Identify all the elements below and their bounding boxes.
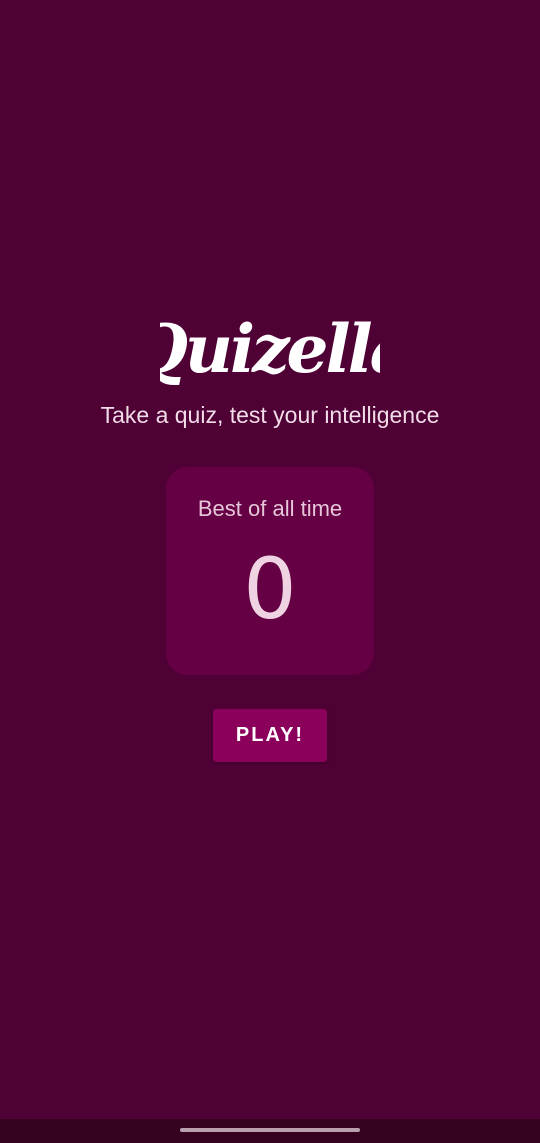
play-button[interactable]: PLAY!	[213, 709, 327, 762]
app-logo: Quizella	[0, 300, 540, 400]
home-gesture-handle[interactable]	[180, 1128, 360, 1132]
system-navigation-bar	[0, 1119, 540, 1143]
logo-text: Quizella	[160, 310, 380, 388]
tagline: Take a quiz, test your intelligence	[100, 402, 440, 428]
quizella-logo-wordmark: Quizella	[160, 310, 380, 388]
best-score-label: Best of all time	[197, 496, 343, 521]
best-score-value: 0	[243, 540, 297, 638]
home-screen: Quizella Take a quiz, test your intellig…	[0, 0, 540, 1143]
best-score-card: Best of all time 0	[166, 467, 374, 675]
